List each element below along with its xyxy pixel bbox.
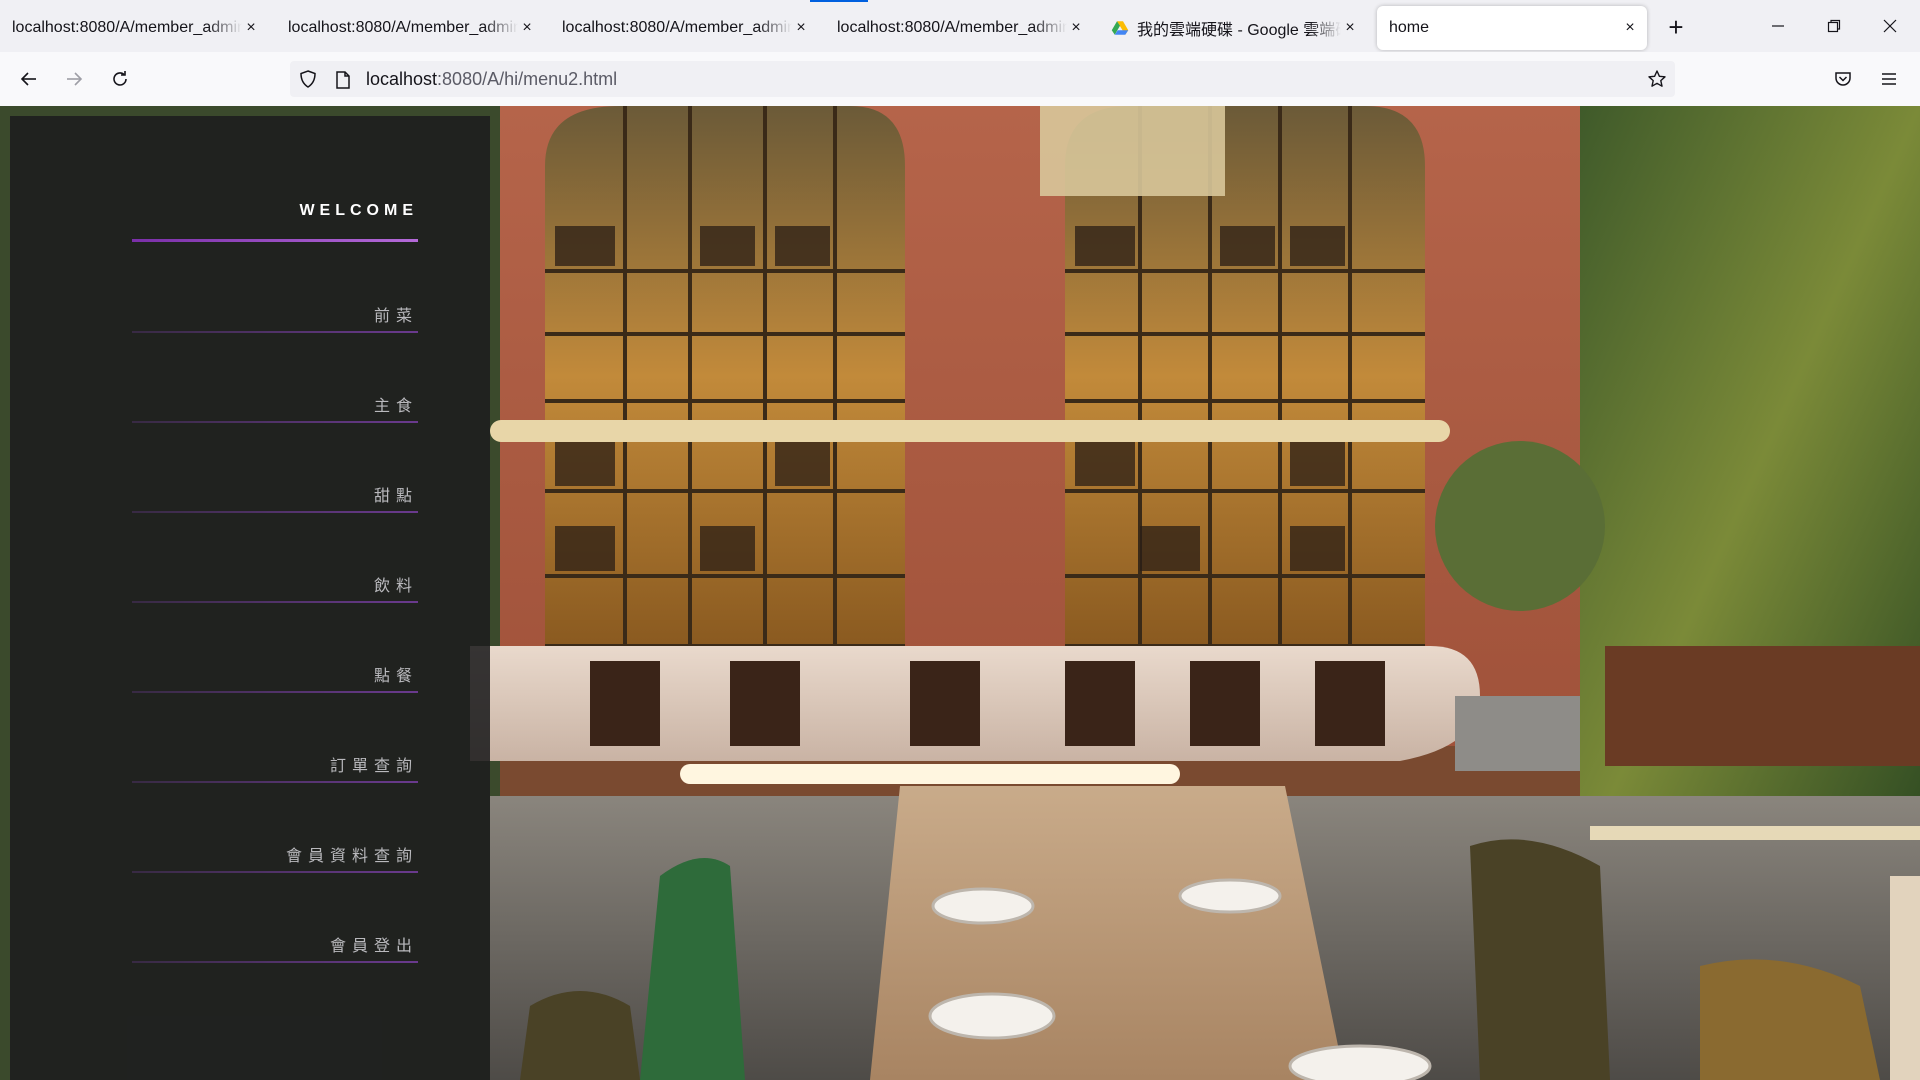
menu-divider bbox=[132, 691, 418, 693]
menu-item-desserts[interactable]: 甜點 bbox=[132, 482, 418, 506]
tab-loading-indicator bbox=[810, 0, 868, 2]
hamburger-menu-icon bbox=[1882, 73, 1896, 85]
tab-title: localhost:8080/A/member_admin bbox=[837, 19, 1067, 36]
tab-member-admin-3[interactable]: localhost:8080/A/member_admin × bbox=[550, 6, 818, 50]
restore-button[interactable] bbox=[1814, 12, 1854, 42]
menu-divider bbox=[132, 331, 418, 333]
minimize-button[interactable] bbox=[1758, 12, 1798, 42]
page-viewport: WELCOME 前菜 主食 甜點 飲料 點餐 訂單查詢 會員資料查詢 會員登出 bbox=[0, 106, 1920, 1080]
menu-divider bbox=[132, 511, 418, 513]
tab-title: home bbox=[1389, 19, 1430, 36]
minimize-icon bbox=[1772, 25, 1784, 27]
bookmark-star-icon[interactable] bbox=[1647, 69, 1667, 89]
close-icon[interactable]: × bbox=[1067, 19, 1085, 37]
url-host: localhost bbox=[366, 69, 438, 89]
welcome-underline bbox=[132, 239, 418, 242]
tracking-shield-icon[interactable] bbox=[298, 69, 318, 89]
page-icon[interactable] bbox=[334, 70, 352, 90]
menu-divider bbox=[132, 871, 418, 873]
tab-google-drive[interactable]: 我的雲端硬碟 - Google 雲端硬碟 × bbox=[1099, 6, 1367, 50]
new-tab-button[interactable]: + bbox=[1660, 12, 1692, 44]
menu-divider bbox=[132, 421, 418, 423]
menu-item-order-history[interactable]: 訂單查詢 bbox=[132, 752, 418, 776]
menu-divider bbox=[132, 601, 418, 603]
tab-title: localhost:8080/A/member_admin bbox=[288, 19, 518, 36]
forward-arrow-icon bbox=[67, 72, 83, 86]
menu-divider bbox=[132, 781, 418, 783]
tab-member-admin-1[interactable]: localhost:8080/A/member_admin × bbox=[0, 6, 268, 50]
close-icon[interactable]: × bbox=[1341, 19, 1359, 37]
close-window-icon bbox=[1883, 19, 1897, 33]
pocket-icon bbox=[1835, 72, 1851, 86]
tab-home[interactable]: home × bbox=[1377, 6, 1647, 50]
google-drive-icon bbox=[1111, 21, 1129, 35]
menu-item-drinks[interactable]: 飲料 bbox=[132, 572, 418, 596]
menu-divider bbox=[132, 961, 418, 963]
tab-strip: localhost:8080/A/member_admin × localhos… bbox=[0, 0, 1920, 52]
back-arrow-icon bbox=[20, 72, 36, 86]
reload-icon bbox=[113, 71, 127, 86]
navigation-toolbar: localhost:8080/A/hi/menu2.html bbox=[0, 52, 1920, 106]
tab-member-admin-4[interactable]: localhost:8080/A/member_admin × bbox=[825, 6, 1093, 50]
close-icon[interactable]: × bbox=[1621, 19, 1639, 37]
tab-member-admin-2[interactable]: localhost:8080/A/member_admin × bbox=[276, 6, 544, 50]
restore-icon bbox=[1827, 19, 1841, 33]
forward-button[interactable] bbox=[57, 62, 91, 96]
close-icon[interactable]: × bbox=[242, 19, 260, 37]
back-button[interactable] bbox=[12, 62, 46, 96]
close-icon[interactable]: × bbox=[518, 19, 536, 37]
menu-item-member-info[interactable]: 會員資料查詢 bbox=[132, 842, 418, 866]
pocket-button[interactable] bbox=[1826, 62, 1860, 96]
tab-title: 我的雲端硬碟 - Google 雲端硬碟 bbox=[1137, 22, 1341, 39]
menu-item-main-course[interactable]: 主食 bbox=[132, 392, 418, 416]
url-text[interactable]: localhost:8080/A/hi/menu2.html bbox=[366, 69, 617, 90]
side-menu: WELCOME 前菜 主食 甜點 飲料 點餐 訂單查詢 會員資料查詢 會員登出 bbox=[10, 116, 490, 1080]
url-path: :8080/A/hi/menu2.html bbox=[437, 69, 618, 89]
tab-title: localhost:8080/A/member_admin bbox=[562, 19, 792, 36]
close-window-button[interactable] bbox=[1870, 12, 1910, 42]
tab-title: localhost:8080/A/member_admin bbox=[12, 19, 242, 36]
menu-item-logout[interactable]: 會員登出 bbox=[132, 932, 418, 956]
menu-item-appetizers[interactable]: 前菜 bbox=[132, 302, 418, 326]
reload-button[interactable] bbox=[103, 62, 137, 96]
welcome-heading: WELCOME bbox=[299, 202, 418, 219]
app-menu-button[interactable] bbox=[1872, 62, 1906, 96]
close-icon[interactable]: × bbox=[792, 19, 810, 37]
address-bar[interactable]: localhost:8080/A/hi/menu2.html bbox=[290, 61, 1675, 97]
menu-item-order[interactable]: 點餐 bbox=[132, 662, 418, 686]
